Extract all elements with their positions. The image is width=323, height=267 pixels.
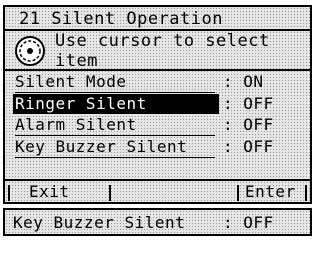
menu-item-value: : OFF xyxy=(223,94,274,113)
screen-title: 21 Silent Operation xyxy=(19,9,223,29)
enter-softkey[interactable]: Enter xyxy=(245,182,296,202)
softkey-divider xyxy=(5,179,310,181)
softkey-separator xyxy=(305,185,307,201)
lcd-screen: 21 Silent Operation Use cursor to select… xyxy=(3,5,312,204)
menu-item-alarm-silent[interactable]: Alarm Silent : OFF xyxy=(5,114,310,135)
exit-softkey[interactable]: Exit xyxy=(29,182,70,202)
menu-item-value: : ON xyxy=(223,72,264,91)
status-bar: Key Buzzer Silent : OFF xyxy=(3,208,312,236)
menu-item-label: Ringer Silent xyxy=(13,94,219,114)
menu-item-label: Silent Mode xyxy=(15,72,127,91)
hint-text-line-1: Use cursor to select xyxy=(55,31,270,51)
menu-item-value: : OFF xyxy=(223,115,274,134)
menu-item-label: Key Buzzer Silent xyxy=(15,137,188,156)
row-divider xyxy=(15,157,215,158)
softkey-separator xyxy=(8,185,10,201)
softkey-separator xyxy=(109,185,111,201)
status-label: Key Buzzer Silent xyxy=(13,213,186,232)
menu-item-value: : OFF xyxy=(223,137,274,156)
status-value: : OFF xyxy=(223,213,274,232)
info-icon xyxy=(15,36,45,66)
softkey-separator xyxy=(237,185,239,201)
menu-item-key-buzzer-silent[interactable]: Key Buzzer Silent : OFF xyxy=(5,136,310,157)
menu-item-label: Alarm Silent xyxy=(15,115,137,134)
menu-item-silent-mode[interactable]: Silent Mode : ON xyxy=(5,71,310,92)
menu-item-ringer-silent[interactable]: Ringer Silent : OFF xyxy=(5,93,310,114)
hint-text-line-2: item xyxy=(55,51,98,71)
